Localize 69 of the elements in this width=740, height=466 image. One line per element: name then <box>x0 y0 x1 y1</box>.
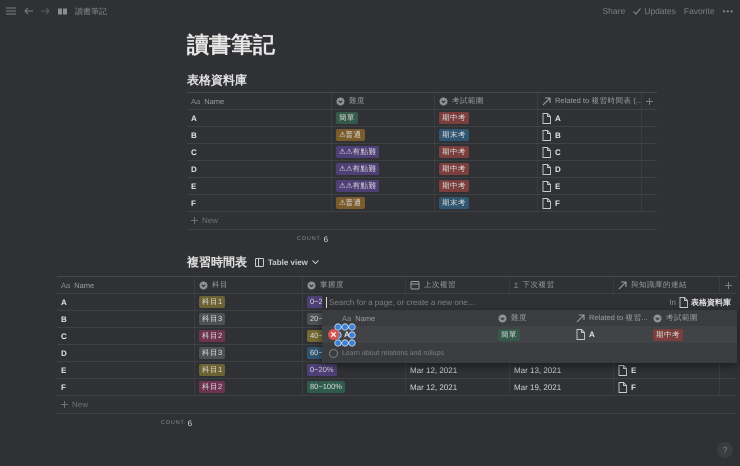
more-button[interactable]: ••• <box>722 6 734 16</box>
select-property-icon <box>199 280 208 290</box>
search-field[interactable]: Search for a page, or create a new one... <box>326 296 589 308</box>
select-property-icon <box>653 314 662 322</box>
selection-handles-drawing <box>332 323 358 347</box>
database-name: 表格資料庫 <box>691 296 731 308</box>
view-selector[interactable]: Table view <box>255 258 319 267</box>
page-icon <box>542 180 551 192</box>
page-icon <box>542 164 551 174</box>
select-property-icon <box>498 314 507 322</box>
row-title[interactable]: C <box>61 332 67 340</box>
page-icon <box>618 382 627 392</box>
calendar-icon <box>410 280 420 290</box>
select-property-icon <box>336 96 345 106</box>
page-link[interactable]: E <box>555 182 560 190</box>
page-icon <box>542 198 551 208</box>
row-title[interactable]: D <box>191 164 197 174</box>
row-title[interactable]: A <box>191 114 197 122</box>
page-icon <box>618 364 627 376</box>
row-title[interactable]: E <box>191 182 196 190</box>
database-title[interactable]: 複習時間表 <box>187 254 247 271</box>
plus-icon <box>646 98 653 104</box>
plus-icon <box>191 217 198 224</box>
row-title[interactable]: E <box>61 366 66 374</box>
page-link[interactable]: C <box>555 148 561 156</box>
book-icon <box>58 8 67 14</box>
row-title[interactable]: B <box>61 314 67 324</box>
page-icon <box>576 329 585 340</box>
page-icon <box>679 296 688 308</box>
remove-icon <box>328 329 339 340</box>
table-cell: Mar 12, 2021 <box>410 366 458 374</box>
plus-icon <box>725 282 732 288</box>
arrow-icon <box>618 280 627 290</box>
in-label: In <box>669 298 676 306</box>
menu-icon <box>6 7 16 15</box>
check-icon <box>633 8 642 14</box>
row-title[interactable]: C <box>191 148 197 156</box>
page-icon <box>542 130 551 140</box>
row-title[interactable]: F <box>191 198 196 208</box>
table-cell: Mar 12, 2021 <box>410 382 458 392</box>
page-link[interactable]: B <box>555 130 561 140</box>
table-cell: Mar 19, 2021 <box>514 382 562 392</box>
breadcrumb-link[interactable]: 讀書筆記 <box>75 6 107 16</box>
page-link[interactable]: D <box>555 164 561 174</box>
table-cell: Mar 13, 2021 <box>514 366 562 374</box>
back-arrow-icon <box>24 7 33 15</box>
page-link[interactable]: A <box>555 114 561 122</box>
row-title[interactable]: D <box>61 348 67 358</box>
page-icon <box>542 146 551 158</box>
database-title[interactable]: 表格資料庫 <box>187 72 657 89</box>
count-value: 6 <box>324 234 328 244</box>
select-property-icon <box>439 96 448 106</box>
row-title[interactable]: F <box>61 382 66 392</box>
page-icon <box>542 112 551 124</box>
page-link[interactable]: F <box>631 382 636 392</box>
page-link[interactable]: E <box>631 366 636 374</box>
chevron-icon <box>312 260 319 265</box>
arrow-icon <box>576 314 585 322</box>
page-link[interactable]: F <box>555 198 560 208</box>
plus-icon <box>61 401 68 408</box>
arrow-icon <box>542 96 551 106</box>
row-title[interactable]: A <box>61 298 67 306</box>
row-title[interactable]: B <box>191 130 197 140</box>
table-icon <box>255 258 264 267</box>
count-value: 6 <box>188 418 192 428</box>
page-title: 讀書筆記 <box>187 32 276 58</box>
page-link[interactable]: A <box>589 330 595 339</box>
forward-arrow-icon <box>41 7 50 15</box>
select-property-icon <box>307 280 316 290</box>
